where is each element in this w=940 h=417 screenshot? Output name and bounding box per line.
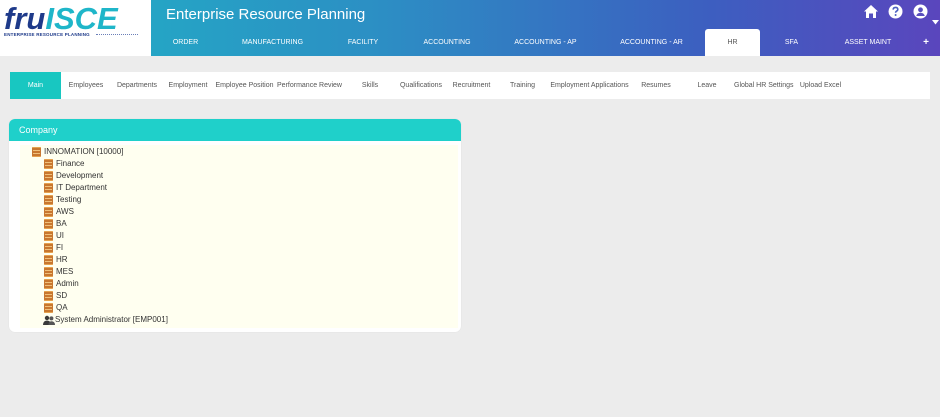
tree-node-label: Admin xyxy=(56,279,79,288)
tab-qualifications[interactable]: Qualifications xyxy=(397,72,445,99)
book-icon xyxy=(32,147,41,157)
tab-leave[interactable]: Leave xyxy=(680,72,734,99)
tree-node-label: Development xyxy=(56,171,104,180)
logo-main: fru xyxy=(4,1,46,36)
panel-title: Company xyxy=(19,125,58,135)
tree-node-label: UI xyxy=(56,231,64,240)
book-icon xyxy=(44,255,53,265)
tab-employee-position[interactable]: Employee Position xyxy=(213,72,276,99)
nav-hr[interactable]: HR xyxy=(705,29,760,56)
nav-order[interactable]: ORDER xyxy=(151,29,220,56)
panel-header: Company xyxy=(9,119,461,141)
tree-node-label: AWS xyxy=(56,207,74,216)
book-icon xyxy=(44,219,53,229)
nav-accounting[interactable]: ACCOUNTING xyxy=(401,29,493,56)
tab-departments[interactable]: Departments xyxy=(111,72,163,99)
book-icon xyxy=(44,195,53,205)
caret-down-icon[interactable] xyxy=(932,12,939,30)
logo-accent: ISCE xyxy=(45,1,118,36)
nav-asset-maint[interactable]: ASSET MAINT xyxy=(823,29,913,56)
tree-node-label: Finance xyxy=(56,159,85,168)
tab-employees[interactable]: Employees xyxy=(61,72,111,99)
nav-facility[interactable]: FACILITY xyxy=(325,29,401,56)
people-icon xyxy=(43,315,55,329)
user-circle-icon[interactable] xyxy=(913,4,928,24)
tab-training[interactable]: Training xyxy=(498,72,547,99)
tab-main[interactable]: Main xyxy=(10,72,61,99)
book-icon xyxy=(44,291,53,301)
nav-sfa[interactable]: SFA xyxy=(760,29,823,56)
nav-more-button[interactable]: + xyxy=(916,29,936,56)
book-icon xyxy=(44,183,53,193)
book-icon xyxy=(44,171,53,181)
logo-divider xyxy=(96,34,138,35)
book-icon xyxy=(44,231,53,241)
tree-node-label: FI xyxy=(56,243,64,252)
tree-node-label: Testing xyxy=(56,195,82,204)
tab-recruitment[interactable]: Recruitment xyxy=(445,72,498,99)
book-icon xyxy=(44,279,53,289)
tab-global-hr-settings[interactable]: Global HR Settings xyxy=(734,72,794,99)
module-nav: ORDER MANUFACTURING FACILITY ACCOUNTING … xyxy=(151,29,940,56)
app-title: Enterprise Resource Planning xyxy=(166,6,366,23)
logo[interactable]: fruISCE ENTERPRISE RESOURCE PLANNING xyxy=(0,0,151,56)
app-header: fruISCE ENTERPRISE RESOURCE PLANNING Ent… xyxy=(0,0,940,56)
tree-node-label: HR xyxy=(56,255,68,264)
tab-employment-applications[interactable]: Employment Applications xyxy=(547,72,632,99)
nav-manufacturing[interactable]: MANUFACTURING xyxy=(220,29,325,56)
tree-node-label: SD xyxy=(56,291,68,300)
tab-upload-excel[interactable]: Upload Excel xyxy=(793,72,848,99)
logo-tagline: ENTERPRISE RESOURCE PLANNING xyxy=(4,32,90,37)
tree-node-label: MES xyxy=(56,267,74,276)
nav-accounting-ar[interactable]: ACCOUNTING - AR xyxy=(598,29,705,56)
tree-node-label: BA xyxy=(56,219,67,228)
nav-accounting-ap[interactable]: ACCOUNTING - AP xyxy=(493,29,598,56)
tree-node-label: IT Department xyxy=(56,183,107,192)
book-icon xyxy=(44,243,53,253)
help-icon[interactable] xyxy=(888,4,903,24)
hr-subtabs: Main Employees Departments Employment Em… xyxy=(10,72,930,99)
book-icon xyxy=(44,303,53,313)
tab-employment[interactable]: Employment xyxy=(163,72,213,99)
book-icon xyxy=(44,159,53,169)
company-tree: INNOMATION [10000] Finance Development I… xyxy=(20,145,458,328)
book-icon xyxy=(44,267,53,277)
home-icon[interactable] xyxy=(863,4,879,24)
tree-root-label: INNOMATION [10000] xyxy=(44,147,124,156)
tab-resumes[interactable]: Resumes xyxy=(632,72,680,99)
tab-skills[interactable]: Skills xyxy=(343,72,397,99)
tree-user-label: System Administrator [EMP001] xyxy=(55,315,168,324)
tree-node-label: QA xyxy=(56,303,68,312)
tab-performance-review[interactable]: Performance Review xyxy=(276,72,343,99)
book-icon xyxy=(44,207,53,217)
company-panel: Company INNOMATION [10000] Finance Devel… xyxy=(9,119,461,332)
